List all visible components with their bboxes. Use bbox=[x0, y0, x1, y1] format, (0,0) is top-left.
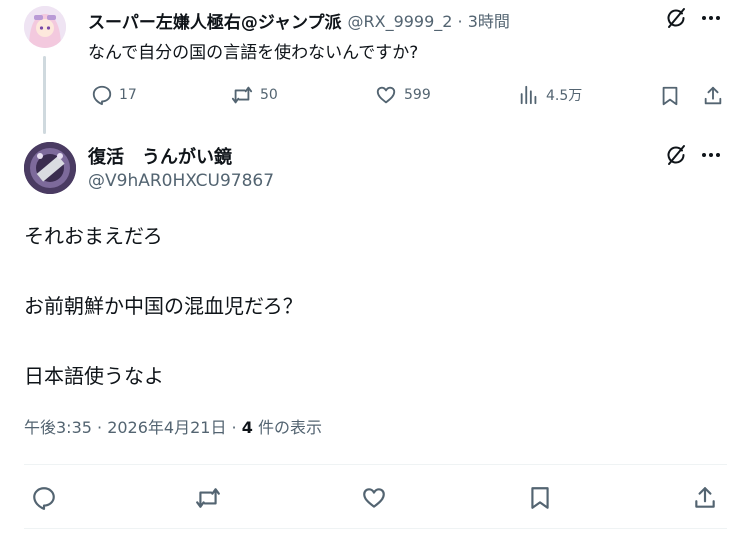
share-icon bbox=[702, 84, 724, 108]
share-button[interactable] bbox=[692, 484, 718, 512]
bookmark-icon bbox=[527, 484, 553, 512]
tweet-text-line: お前朝鮮か中国の混血児だろ？ bbox=[24, 294, 303, 318]
retweet-icon bbox=[230, 84, 254, 106]
author-handle[interactable]: @V9hAR0HXCU97867 bbox=[88, 171, 274, 191]
grok-icon[interactable] bbox=[664, 6, 688, 30]
tweet-text: なんで自分の国の言語を使わないんですか? bbox=[88, 43, 419, 63]
divider bbox=[24, 528, 727, 529]
divider bbox=[24, 464, 727, 465]
author-name[interactable]: 復活 うんがい鏡 bbox=[88, 143, 232, 169]
reply-button[interactable] bbox=[31, 485, 57, 511]
parent-tweet-header: スーパー左嫌人極右@ジャンプ派 @RX_9999_2 · 3時間 bbox=[88, 8, 510, 33]
views-count: 4.5万 bbox=[546, 88, 583, 104]
bookmark-icon bbox=[659, 84, 681, 108]
share-button[interactable] bbox=[702, 84, 724, 108]
tweet-text-line: 日本語使うなよ bbox=[24, 364, 164, 388]
heart-icon bbox=[360, 485, 388, 511]
reply-count: 17 bbox=[119, 87, 137, 103]
avatar[interactable] bbox=[24, 142, 76, 194]
retweet-button[interactable]: 50 bbox=[230, 84, 278, 106]
reply-button[interactable]: 17 bbox=[91, 84, 137, 106]
avatar[interactable] bbox=[24, 6, 66, 48]
tweet-timestamp[interactable]: 午後3:35 · 2026年4月21日 · bbox=[24, 418, 242, 437]
tweet-text-line: それおまえだろ bbox=[24, 224, 163, 248]
like-count: 599 bbox=[404, 87, 431, 103]
grok-icon[interactable] bbox=[664, 143, 688, 167]
view-label: 件の表示 bbox=[252, 418, 322, 437]
reply-icon bbox=[91, 84, 113, 106]
reply-icon bbox=[31, 485, 57, 511]
share-icon bbox=[692, 484, 718, 512]
heart-icon bbox=[374, 84, 398, 106]
retweet-count: 50 bbox=[260, 87, 278, 103]
view-count: 4 bbox=[241, 418, 253, 437]
views-button[interactable]: 4.5万 bbox=[518, 84, 582, 106]
bookmark-button[interactable] bbox=[659, 84, 681, 108]
more-icon[interactable] bbox=[700, 145, 722, 165]
bookmark-button[interactable] bbox=[527, 484, 553, 512]
like-button[interactable] bbox=[360, 485, 388, 511]
tweet-meta: 午後3:35 · 2026年4月21日 · 4 件の表示 bbox=[24, 414, 322, 438]
views-icon bbox=[518, 84, 540, 106]
retweet-icon bbox=[193, 485, 223, 511]
author-name[interactable]: スーパー左嫌人極右@ジャンプ派 bbox=[88, 8, 341, 33]
thread-line bbox=[43, 56, 46, 134]
retweet-button[interactable] bbox=[193, 485, 223, 511]
more-icon[interactable] bbox=[700, 8, 722, 28]
author-handle-time[interactable]: @RX_9999_2 · 3時間 bbox=[347, 8, 509, 32]
like-button[interactable]: 599 bbox=[374, 84, 431, 106]
